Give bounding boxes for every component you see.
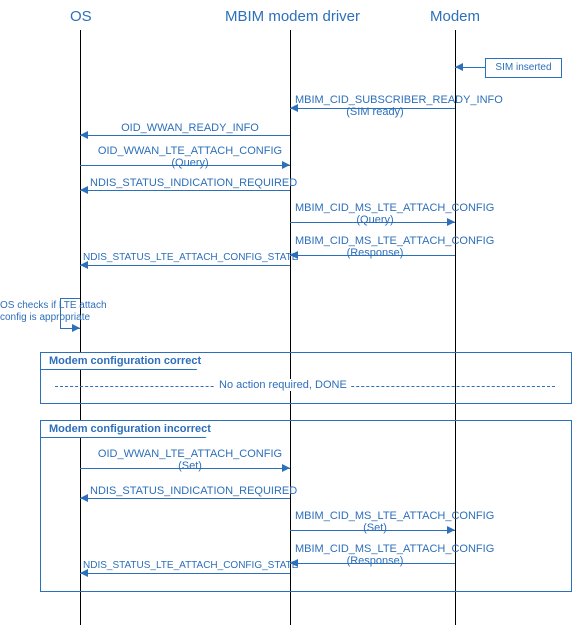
msg-m7: NDIS_STATUS_LTE_ATTACH_CONFIG_STATE — [83, 252, 293, 263]
msg-m11-l1: MBIM_CID_MS_LTE_ATTACH_CONFIG — [295, 543, 455, 555]
msg-m6: MBIM_CID_MS_LTE_ATTACH_CONFIG (Response) — [295, 235, 455, 259]
arrow-m4 — [80, 190, 290, 191]
oscheck-head — [72, 324, 80, 332]
msg-m11: MBIM_CID_MS_LTE_ATTACH_CONFIG (Response) — [295, 543, 455, 567]
msg-m9: NDIS_STATUS_INDICATION_REQUIRED — [90, 485, 290, 497]
arrow-m12 — [80, 573, 290, 574]
msg-m5: MBIM_CID_MS_LTE_ATTACH_CONFIG (Query) — [295, 202, 455, 226]
actor-modem: Modem — [430, 8, 480, 25]
dash-correct-text: No action required, DONE — [215, 379, 351, 391]
arrow-m7 — [80, 265, 290, 266]
note-sim-inserted: SIM inserted — [485, 58, 562, 78]
oscheck-out — [60, 298, 80, 299]
msg-m1: MBIM_CID_SUBSCRIBER_READY_INFO (SIM read… — [295, 94, 455, 118]
msg-m12: NDIS_STATUS_LTE_ATTACH_CONFIG_STATE — [83, 560, 293, 571]
msg-m6-l2: (Response) — [295, 247, 455, 259]
arrow-m2 — [80, 135, 290, 136]
msg-m3-l2: (Query) — [90, 157, 290, 169]
msg-m10-l1: MBIM_CID_MS_LTE_ATTACH_CONFIG — [295, 510, 455, 522]
msg-m6-l1: MBIM_CID_MS_LTE_ATTACH_CONFIG — [295, 235, 455, 247]
msg-m4: NDIS_STATUS_INDICATION_REQUIRED — [90, 177, 290, 189]
msg-m10-l2: (Set) — [295, 522, 455, 534]
note-sim-arrow — [455, 63, 463, 71]
frame-correct-label: Modem configuration correct — [40, 352, 210, 370]
frame-incorrect-label: Modem configuration incorrect — [40, 420, 220, 438]
msg-m8-l1: OID_WWAN_LTE_ATTACH_CONFIG — [90, 448, 290, 460]
msg-m5-l2: (Query) — [295, 214, 455, 226]
arrowhead-m4 — [80, 186, 88, 194]
oscheck-v — [60, 298, 61, 328]
msg-m2: OID_WWAN_READY_INFO — [90, 122, 290, 134]
frame-correct: Modem configuration correct — [40, 352, 572, 404]
msg-m1-l2: (SIM ready) — [295, 106, 455, 118]
arrow-m9 — [80, 498, 290, 499]
msg-m3: OID_WWAN_LTE_ATTACH_CONFIG (Query) — [90, 145, 290, 169]
msg-m5-l1: MBIM_CID_MS_LTE_ATTACH_CONFIG — [295, 202, 455, 214]
msg-m10: MBIM_CID_MS_LTE_ATTACH_CONFIG (Set) — [295, 510, 455, 534]
actor-driver: MBIM modem driver — [225, 8, 360, 25]
arrowhead-m2 — [80, 131, 88, 139]
msg-m8-l2: (Set) — [90, 460, 290, 472]
arrowhead-m9 — [80, 494, 88, 502]
note-os-check: OS checks if LTE attach config is approp… — [0, 300, 110, 323]
note-os-check-l1: OS checks if LTE attach — [0, 300, 110, 312]
msg-m1-l1: MBIM_CID_SUBSCRIBER_READY_INFO — [295, 94, 455, 106]
note-os-check-l2: config is appropriate — [0, 312, 110, 324]
msg-m8: OID_WWAN_LTE_ATTACH_CONFIG (Set) — [90, 448, 290, 472]
msg-m3-l1: OID_WWAN_LTE_ATTACH_CONFIG — [90, 145, 290, 157]
msg-m11-l2: (Response) — [295, 555, 455, 567]
actor-os: OS — [70, 8, 92, 25]
